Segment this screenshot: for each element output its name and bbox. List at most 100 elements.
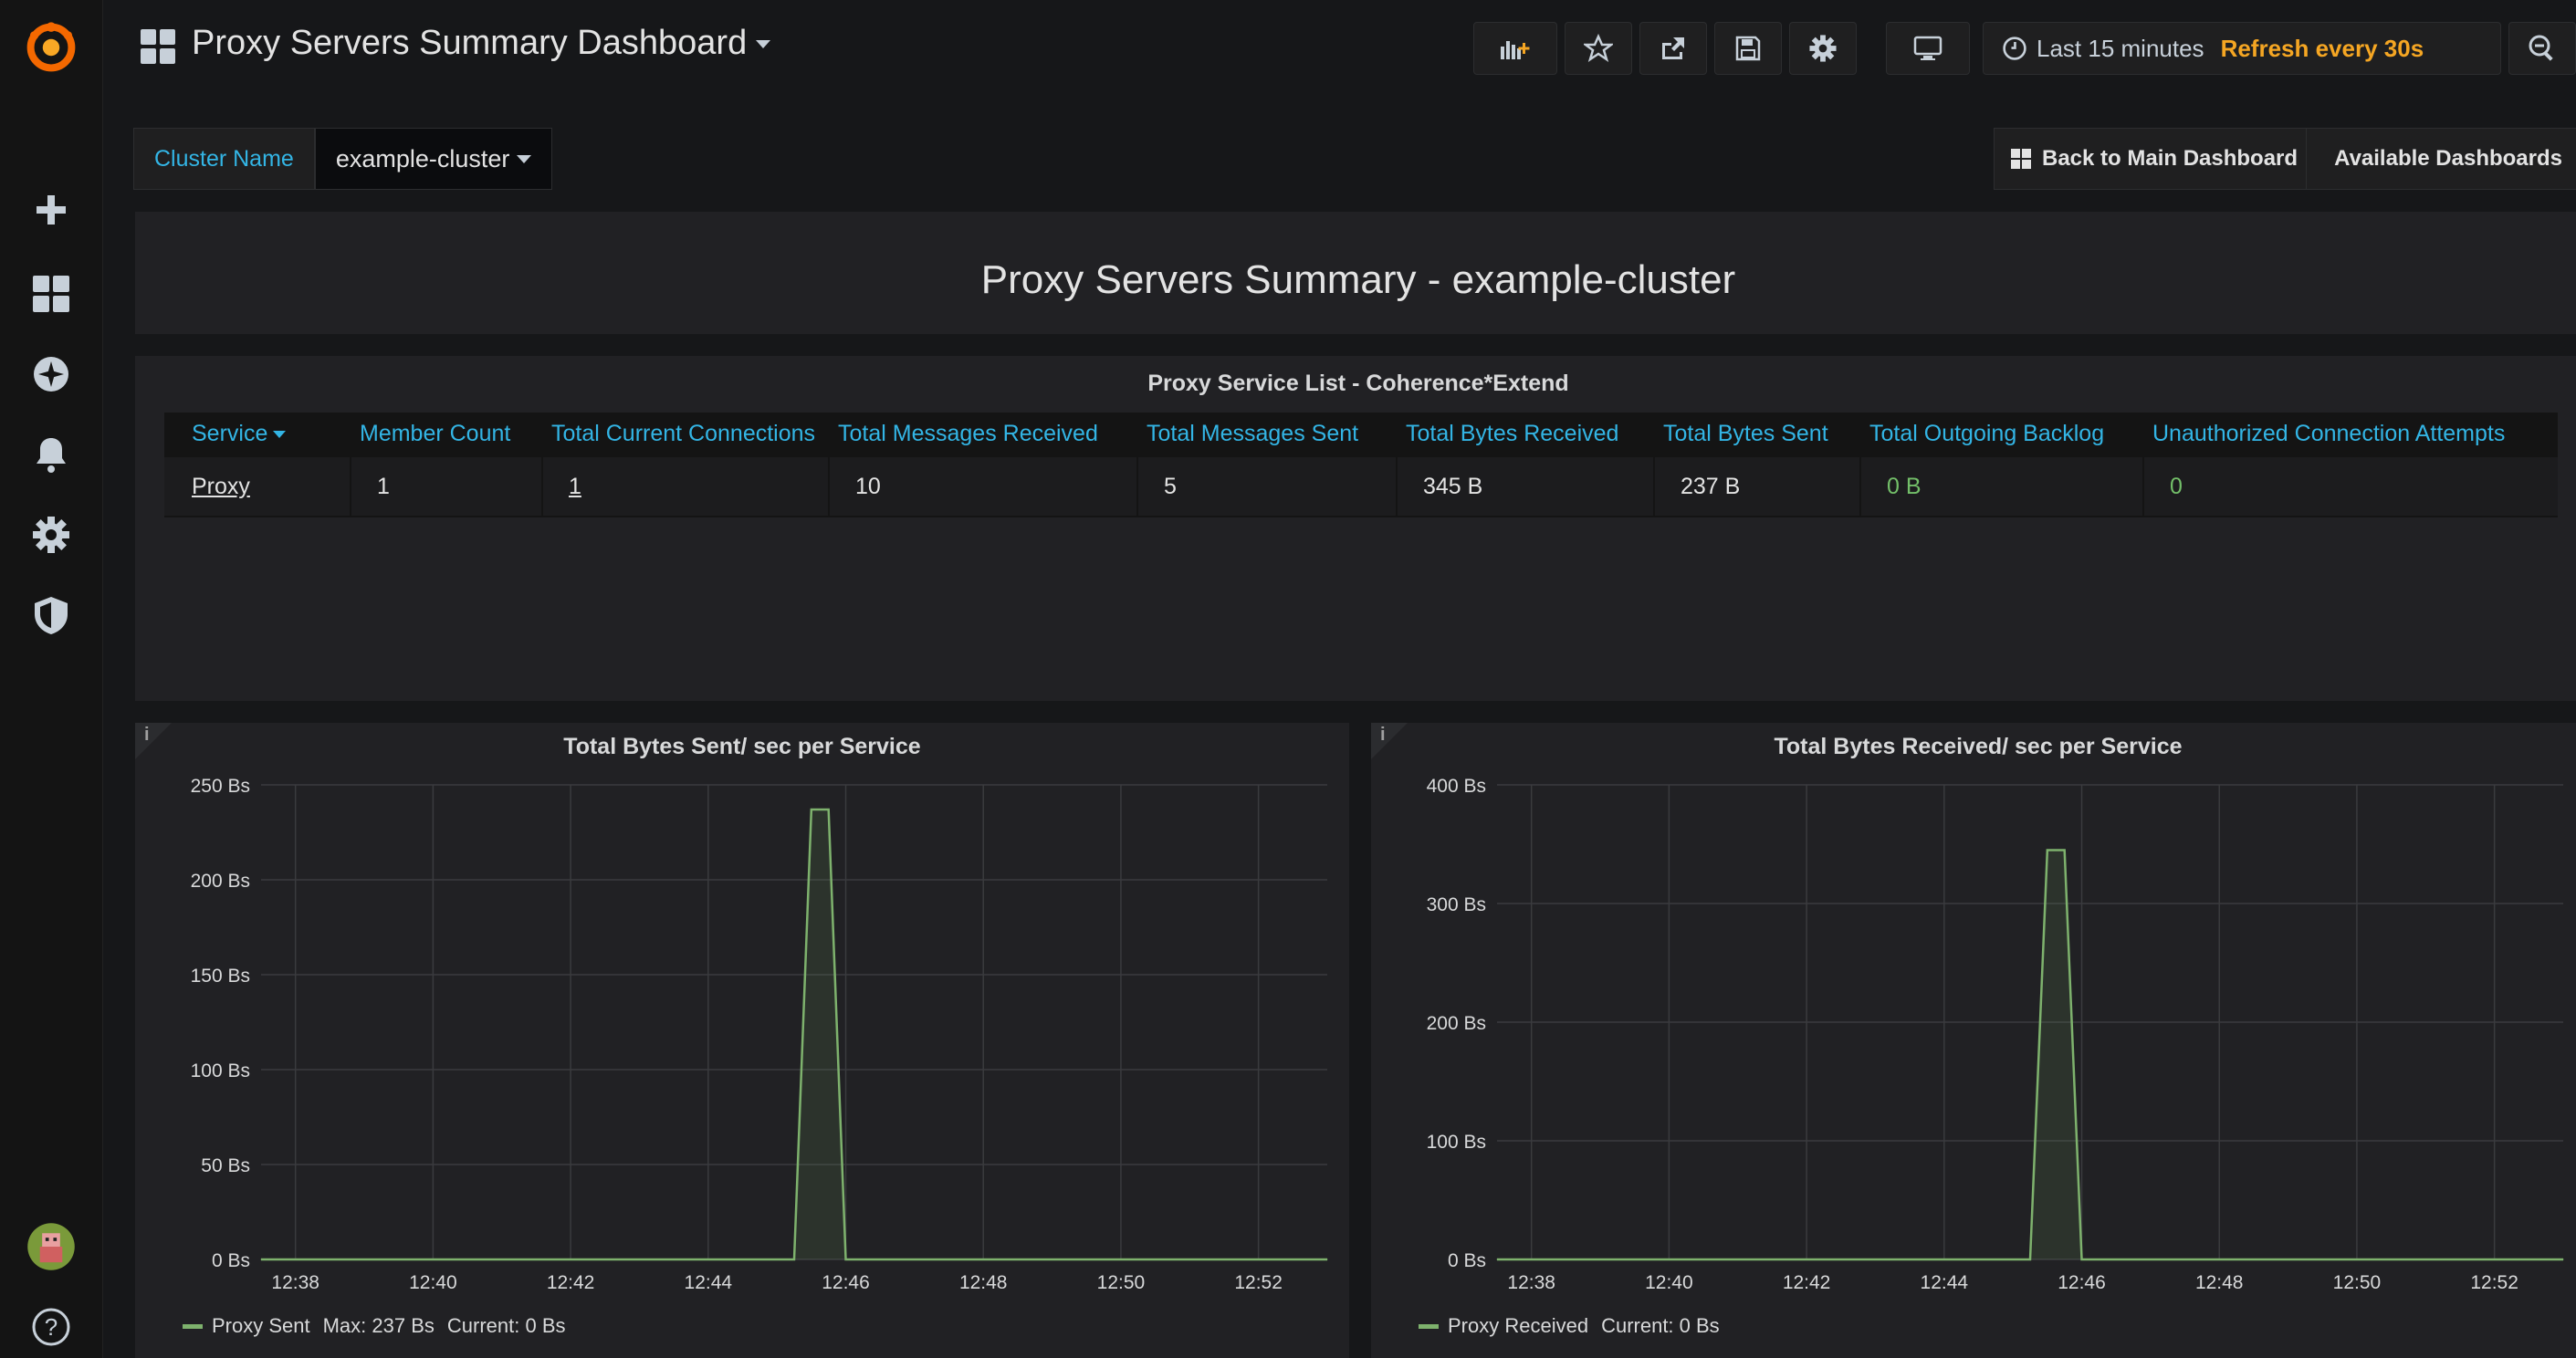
- dashboard-grid-icon: [141, 29, 175, 64]
- zoom-out-button[interactable]: [2508, 22, 2576, 75]
- save-dashboard-button[interactable]: [1714, 22, 1782, 75]
- table-row: Proxy 1 1 10 5 345 B 237 B 0 B 0: [164, 456, 2558, 517]
- column-header-unauthorized-connection-attempts[interactable]: Unauthorized Connection Attempts: [2143, 413, 2558, 457]
- bytes-sent-chart: 0 Bs 50 Bs 100 Bs 150 Bs 200 Bs 250 Bs 12:38 12…: [191, 776, 1328, 1293]
- cycle-view-mode-button[interactable]: [1886, 22, 1970, 75]
- column-header-total-outgoing-backlog[interactable]: Total Outgoing Backlog: [1860, 413, 2143, 457]
- cell-bytes-received: 345 B: [1397, 456, 1655, 517]
- dashboard-grid-icon: [2011, 149, 2031, 169]
- y-tick-label: 150 Bs: [191, 966, 250, 987]
- cell-bytes-sent: 237 B: [1654, 456, 1861, 517]
- column-header-total-bytes-received[interactable]: Total Bytes Received: [1397, 413, 1654, 457]
- y-tick-label: 250 Bs: [191, 776, 250, 797]
- y-tick-label: 0 Bs: [212, 1250, 250, 1271]
- back-to-main-dashboard-link[interactable]: Back to Main Dashboard: [1994, 128, 2316, 190]
- legend-series-name[interactable]: Proxy Received: [1448, 1314, 1588, 1338]
- data-point: [1326, 1259, 1328, 1260]
- main-area: Proxy Servers Summary Dashboard Last 15 …: [104, 0, 2576, 1358]
- series-line[interactable]: [261, 808, 1327, 1261]
- configuration-gear-icon[interactable]: [20, 504, 82, 566]
- dashboard-navbar: Proxy Servers Summary Dashboard Last 15 …: [104, 0, 2576, 99]
- cell-text: 1: [569, 473, 581, 499]
- chart-legend: Proxy Sent Max: 237 Bs Current: 0 Bs: [183, 1314, 579, 1338]
- cell-outgoing-backlog: 0 B: [1860, 456, 2144, 517]
- share-dashboard-button[interactable]: [1639, 22, 1707, 75]
- series-color-swatch: [1419, 1323, 1439, 1329]
- dashboard-settings-button[interactable]: [1789, 22, 1857, 75]
- share-icon: [1662, 37, 1684, 59]
- data-point: [1496, 1259, 1498, 1260]
- data-point: [2064, 850, 2066, 851]
- user-avatar[interactable]: [20, 1216, 82, 1278]
- table-panel-title: Proxy Service List - Coherence*Extend: [1147, 371, 1569, 396]
- time-range-label: Last 15 minutes: [2037, 34, 2204, 62]
- save-icon: [1735, 36, 1761, 61]
- grafana-logo-icon[interactable]: [20, 16, 82, 78]
- data-point: [793, 1259, 795, 1260]
- cell-unauthorized-attempts: 0: [2143, 456, 2558, 517]
- add-panel-button[interactable]: [1473, 22, 1557, 75]
- series-area: [1497, 850, 2563, 1259]
- x-tick-label: 12:52: [1234, 1272, 1283, 1293]
- dashboards-icon[interactable]: [20, 263, 82, 325]
- dashboard-title-dropdown[interactable]: Proxy Servers Summary Dashboard: [192, 24, 771, 63]
- column-header-total-bytes-sent[interactable]: Total Bytes Sent: [1654, 413, 1860, 457]
- x-tick-label: 12:48: [2195, 1272, 2244, 1293]
- x-tick-label: 12:40: [1645, 1272, 1693, 1293]
- server-admin-shield-icon[interactable]: [20, 584, 82, 646]
- sidebar: ?: [0, 0, 103, 1358]
- legend-current: Current: 0 Bs: [446, 1314, 566, 1337]
- y-tick-label: 300 Bs: [1427, 894, 1486, 915]
- svg-text:?: ?: [45, 1313, 58, 1341]
- cell-current-connections-link[interactable]: 1: [542, 456, 830, 517]
- gear-icon: [1809, 35, 1837, 62]
- column-header-total-messages-received[interactable]: Total Messages Received: [829, 413, 1137, 457]
- refresh-interval-label: Refresh every 30s: [2220, 34, 2424, 62]
- star-dashboard-button[interactable]: [1565, 22, 1632, 75]
- service-link[interactable]: Proxy: [164, 456, 351, 517]
- cell-member-count: 1: [351, 456, 543, 517]
- x-tick-label: 12:48: [959, 1272, 1008, 1293]
- legend-series-name[interactable]: Proxy Sent: [212, 1314, 310, 1338]
- help-icon[interactable]: ?: [20, 1296, 82, 1358]
- data-point: [260, 1259, 262, 1260]
- clock-icon: [2003, 37, 2026, 60]
- x-tick-label: 12:44: [1921, 1272, 1969, 1293]
- chart-legend: Proxy Received Current: 0 Bs: [1419, 1314, 1733, 1338]
- series-area: [261, 810, 1327, 1259]
- y-tick-label: 0 Bs: [1448, 1250, 1486, 1271]
- summary-text-panel: Proxy Servers Summary - example-cluster: [135, 212, 2576, 334]
- table-header-row: Service Member Count Total Current Conne…: [164, 413, 2558, 457]
- x-tick-label: 12:52: [2470, 1272, 2518, 1293]
- dashboard-title: Proxy Servers Summary Dashboard: [192, 24, 748, 62]
- data-point: [845, 1259, 847, 1260]
- proxy-service-table: Service Member Count Total Current Conne…: [164, 413, 2558, 517]
- data-point: [2562, 1259, 2564, 1260]
- template-variables: Cluster Name example-cluster: [133, 128, 553, 190]
- time-range-picker[interactable]: Last 15 minutes Refresh every 30s: [1983, 22, 2501, 75]
- create-plus-icon[interactable]: [20, 179, 82, 241]
- add-panel-icon: [1501, 41, 1530, 59]
- alerting-bell-icon[interactable]: [20, 423, 82, 486]
- sort-desc-icon: [273, 431, 287, 439]
- series-color-swatch: [183, 1323, 203, 1329]
- column-header-total-messages-sent[interactable]: Total Messages Sent: [1137, 413, 1397, 457]
- x-tick-label: 12:38: [271, 1272, 319, 1293]
- legend-max: Max: 237 Bs: [322, 1314, 435, 1337]
- x-tick-label: 12:42: [1783, 1272, 1831, 1293]
- zoom-out-icon: [2529, 35, 2553, 61]
- summary-title: Proxy Servers Summary - example-cluster: [980, 257, 1736, 302]
- monitor-icon: [1913, 36, 1942, 60]
- x-tick-label: 12:42: [547, 1272, 595, 1293]
- series-line[interactable]: [1497, 849, 2563, 1261]
- column-header-total-current-connections[interactable]: Total Current Connections: [542, 413, 829, 457]
- chevron-down-icon: [756, 40, 771, 49]
- cell-messages-received: 10: [829, 456, 1138, 517]
- column-header-member-count[interactable]: Member Count: [351, 413, 542, 457]
- cluster-name-select[interactable]: example-cluster: [314, 128, 553, 190]
- cluster-name-variable-label: Cluster Name: [133, 128, 315, 190]
- available-dashboards-link[interactable]: Available Dashboards: [2306, 128, 2576, 190]
- x-tick-label: 12:50: [2333, 1272, 2382, 1293]
- explore-compass-icon[interactable]: [20, 343, 82, 405]
- column-header-service[interactable]: Service: [164, 413, 351, 457]
